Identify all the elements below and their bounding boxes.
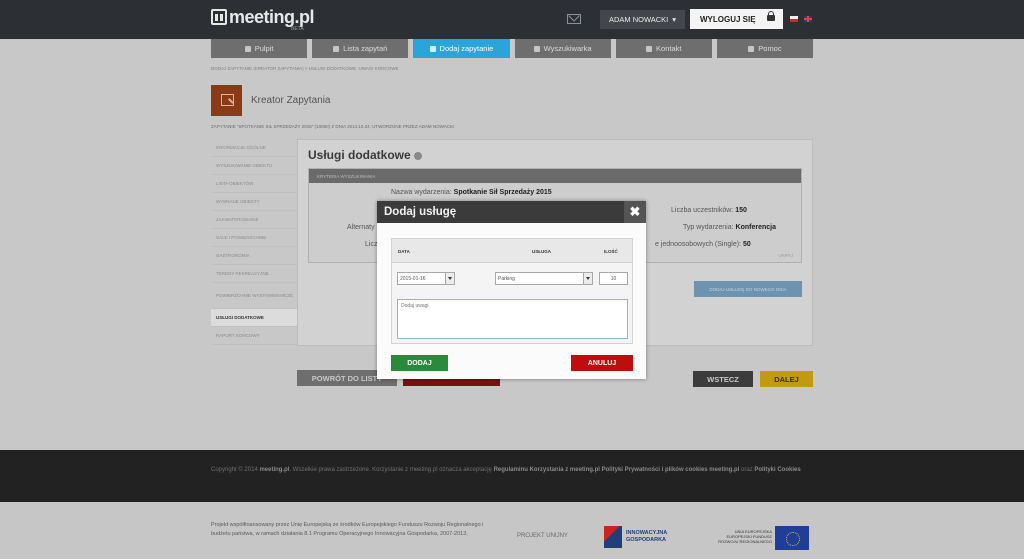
chevron-down-icon — [445, 273, 454, 284]
col-service: USŁUGA — [532, 249, 551, 254]
notes-textarea[interactable] — [397, 299, 628, 339]
quantity-input[interactable]: 10 — [599, 272, 628, 285]
add-button[interactable]: DODAJ — [391, 355, 448, 371]
dialog-header: Dodaj usługę ✖ — [377, 201, 646, 223]
col-date: DATA — [398, 249, 410, 254]
service-value: Parking — [498, 275, 515, 282]
service-form: DATA USŁUGA ILOŚĆ 2015-01-16 Parking 10 — [391, 238, 633, 344]
col-qty: ILOŚĆ — [604, 249, 618, 254]
form-header: DATA USŁUGA ILOŚĆ — [392, 239, 632, 263]
add-service-dialog: Dodaj usługę ✖ DATA USŁUGA ILOŚĆ 2015-01… — [377, 201, 646, 379]
date-value: 2015-01-16 — [400, 275, 426, 282]
dialog-title: Dodaj usługę — [384, 206, 457, 218]
service-select[interactable]: Parking — [495, 272, 593, 285]
date-select[interactable]: 2015-01-16 — [397, 272, 455, 285]
chevron-down-icon — [583, 273, 592, 284]
close-icon[interactable]: ✖ — [624, 201, 646, 223]
cancel-button[interactable]: ANULUJ — [571, 355, 633, 371]
